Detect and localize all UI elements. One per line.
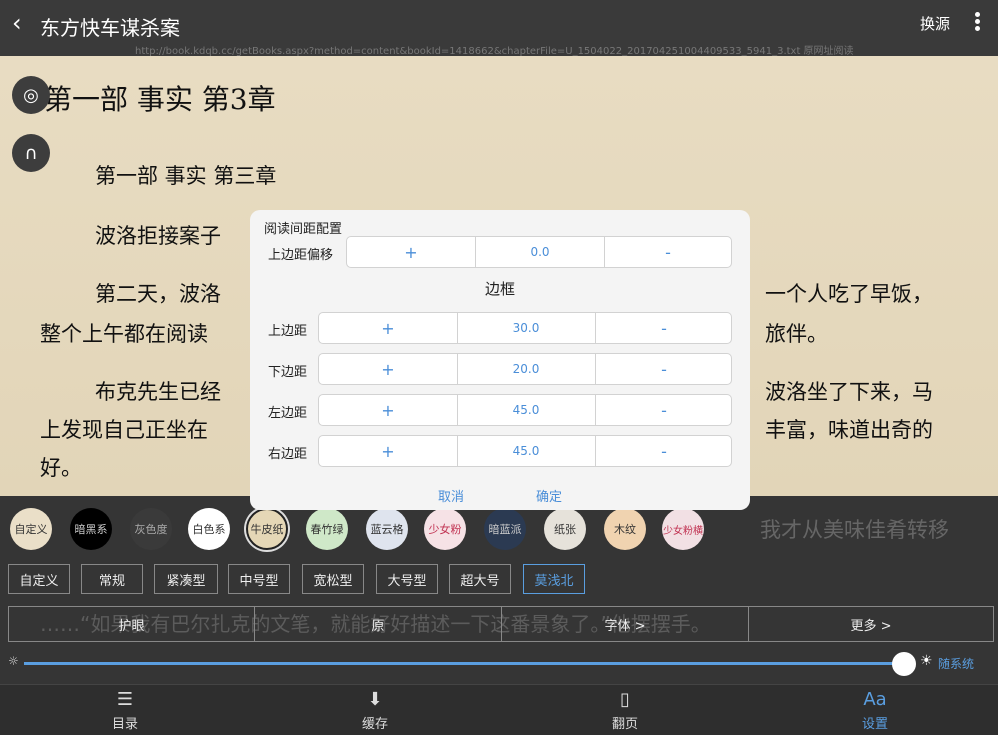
paragraph: 整个上午都在阅读 xyxy=(40,322,208,346)
background-text: 我才从美味佳肴转移 xyxy=(760,518,949,542)
increment-button[interactable]: + xyxy=(319,395,457,425)
theme-swatch[interactable]: 白色系 xyxy=(188,508,230,550)
increment-button[interactable]: + xyxy=(319,354,457,384)
decrement-button[interactable]: - xyxy=(605,237,731,267)
paragraph: 丰富，味道出奇的 xyxy=(765,418,933,442)
value-field[interactable]: 45.0 xyxy=(457,436,595,466)
increment-button[interactable]: + xyxy=(347,237,475,267)
cancel-button[interactable]: 取消 xyxy=(438,486,464,505)
decrement-button[interactable]: - xyxy=(595,395,733,425)
row-label: 上边距 xyxy=(268,324,308,339)
margin-row: 左边距 + 45.0 - xyxy=(250,394,750,426)
increment-button[interactable]: + xyxy=(319,313,457,343)
stepper: + 0.0 - xyxy=(346,236,732,268)
section-label: 边框 xyxy=(484,280,515,298)
value-field[interactable]: 20.0 xyxy=(457,354,595,384)
theme-swatch[interactable]: 纸张 xyxy=(544,508,586,550)
more-button[interactable]: 更多 > xyxy=(749,607,993,641)
theme-swatch[interactable]: 暗黑系 xyxy=(70,508,112,550)
back-button[interactable]: ‹ xyxy=(12,10,34,36)
tab-cache[interactable]: ⬇ 缓存 xyxy=(335,689,415,732)
preset-button[interactable]: 自定义 xyxy=(8,564,70,594)
decrement-button[interactable]: - xyxy=(595,313,733,343)
paragraph: 波洛坐了下来，马 xyxy=(765,380,933,404)
brightness-row: ☼ ☀ 随系统 xyxy=(0,650,998,676)
stepper: + 20.0 - xyxy=(318,353,732,385)
paragraph: 布克先生已经 xyxy=(95,380,221,404)
dialog-actions: 取消 确定 xyxy=(250,486,750,506)
margin-row: 下边距 + 20.0 - xyxy=(250,353,750,385)
target-icon[interactable]: ◎ xyxy=(12,76,50,114)
eye-protection-button[interactable]: 护眼 xyxy=(9,607,254,641)
preset-button[interactable]: 超大号 xyxy=(449,564,511,594)
row-label: 下边距 xyxy=(268,365,308,380)
tab-settings[interactable]: Aa 设置 xyxy=(835,689,915,732)
paragraph: 旅伴。 xyxy=(765,322,828,346)
row-label: 右边距 xyxy=(268,447,308,462)
brightness-slider[interactable] xyxy=(24,662,904,665)
options-row: 护眼 原 字体 > 更多 > xyxy=(8,606,994,642)
stepper: + 30.0 - xyxy=(318,312,732,344)
value-field[interactable]: 45.0 xyxy=(457,395,595,425)
change-source-button[interactable]: 换源 xyxy=(920,13,950,34)
top-bar: ‹ 东方快车谋杀案 换源 http://book.kdqb.cc/getBook… xyxy=(0,0,998,57)
theme-swatch[interactable]: 蓝云格 xyxy=(366,508,408,550)
dialog-title: 阅读间距配置 xyxy=(264,222,343,237)
brightness-slider-thumb[interactable] xyxy=(892,652,916,676)
tab-page-turn[interactable]: ▯ 翻页 xyxy=(585,689,665,732)
chapter-title: 第一部 事实 第3章 xyxy=(44,83,276,116)
theme-swatch[interactable]: 少女粉 xyxy=(424,508,466,550)
margin-row: 上边距 + 30.0 - xyxy=(250,312,750,344)
preset-button[interactable]: 紧凑型 xyxy=(154,564,218,594)
value-field[interactable]: 30.0 xyxy=(457,313,595,343)
decrement-button[interactable]: - xyxy=(595,354,733,384)
sun-small-icon: ☼ xyxy=(8,654,19,668)
top-offset-row: 上边距偏移 + 0.0 - xyxy=(250,236,750,268)
value-field[interactable]: 0.0 xyxy=(476,237,604,267)
theme-swatch-selected[interactable]: 牛皮纸 xyxy=(246,508,288,550)
theme-swatch[interactable]: 少女粉横 xyxy=(662,508,704,550)
paragraph: 上发现自己正坐在 xyxy=(40,418,208,442)
source-url[interactable]: http://book.kdqb.cc/getBooks.aspx?method… xyxy=(135,42,854,57)
confirm-button[interactable]: 确定 xyxy=(536,486,562,505)
theme-swatch[interactable]: 木纹 xyxy=(604,508,646,550)
list-icon: ☰ xyxy=(116,689,134,710)
preset-button[interactable]: 常规 xyxy=(81,564,143,594)
stepper: + 45.0 - xyxy=(318,435,732,467)
font-settings-icon: Aa xyxy=(863,689,887,710)
decrement-button[interactable]: - xyxy=(595,436,733,466)
theme-swatch[interactable]: 灰色度 xyxy=(130,508,172,550)
book-icon: ▯ xyxy=(620,689,630,710)
preset-button[interactable]: 中号型 xyxy=(228,564,290,594)
paragraph: 波洛拒接案子 xyxy=(95,224,221,248)
margin-row: 右边距 + 45.0 - xyxy=(250,435,750,467)
theme-swatch[interactable]: 暗蓝派 xyxy=(484,508,526,550)
theme-swatch[interactable]: 春竹绿 xyxy=(306,508,348,550)
increment-button[interactable]: + xyxy=(319,436,457,466)
spacing-dialog: 阅读间距配置 上边距偏移 + 0.0 - 边框 上边距 + 30.0 - 下边距… xyxy=(250,210,750,510)
row-label: 左边距 xyxy=(268,406,308,421)
paragraph: 第二天，波洛 xyxy=(95,282,221,306)
sun-large-icon: ☀ xyxy=(920,653,933,669)
book-title: 东方快车谋杀案 xyxy=(40,16,180,40)
original-button[interactable]: 原 xyxy=(255,607,501,641)
more-vertical-icon[interactable] xyxy=(972,10,982,34)
headphones-icon[interactable]: ∩ xyxy=(12,134,50,172)
font-button[interactable]: 字体 > xyxy=(502,607,748,641)
row-label: 上边距偏移 xyxy=(268,248,334,263)
preset-button-active[interactable]: 莫浅北 xyxy=(523,564,585,594)
tab-catalog[interactable]: ☰ 目录 xyxy=(85,689,165,732)
paragraph: 第一部 事实 第三章 xyxy=(95,164,277,188)
paragraph: 好。 xyxy=(40,456,82,480)
preset-button[interactable]: 宽松型 xyxy=(302,564,364,594)
theme-swatch[interactable]: 自定义 xyxy=(10,508,52,550)
bottom-tab-bar: ☰ 目录 ⬇ 缓存 ▯ 翻页 Aa 设置 xyxy=(0,684,998,735)
paragraph: 一个人吃了早饭， xyxy=(765,282,933,306)
stepper: + 45.0 - xyxy=(318,394,732,426)
download-icon: ⬇ xyxy=(367,689,383,710)
preset-button[interactable]: 大号型 xyxy=(376,564,438,594)
chevron-left-icon: ‹ xyxy=(12,9,22,37)
follow-system-button[interactable]: 随系统 xyxy=(938,655,974,672)
